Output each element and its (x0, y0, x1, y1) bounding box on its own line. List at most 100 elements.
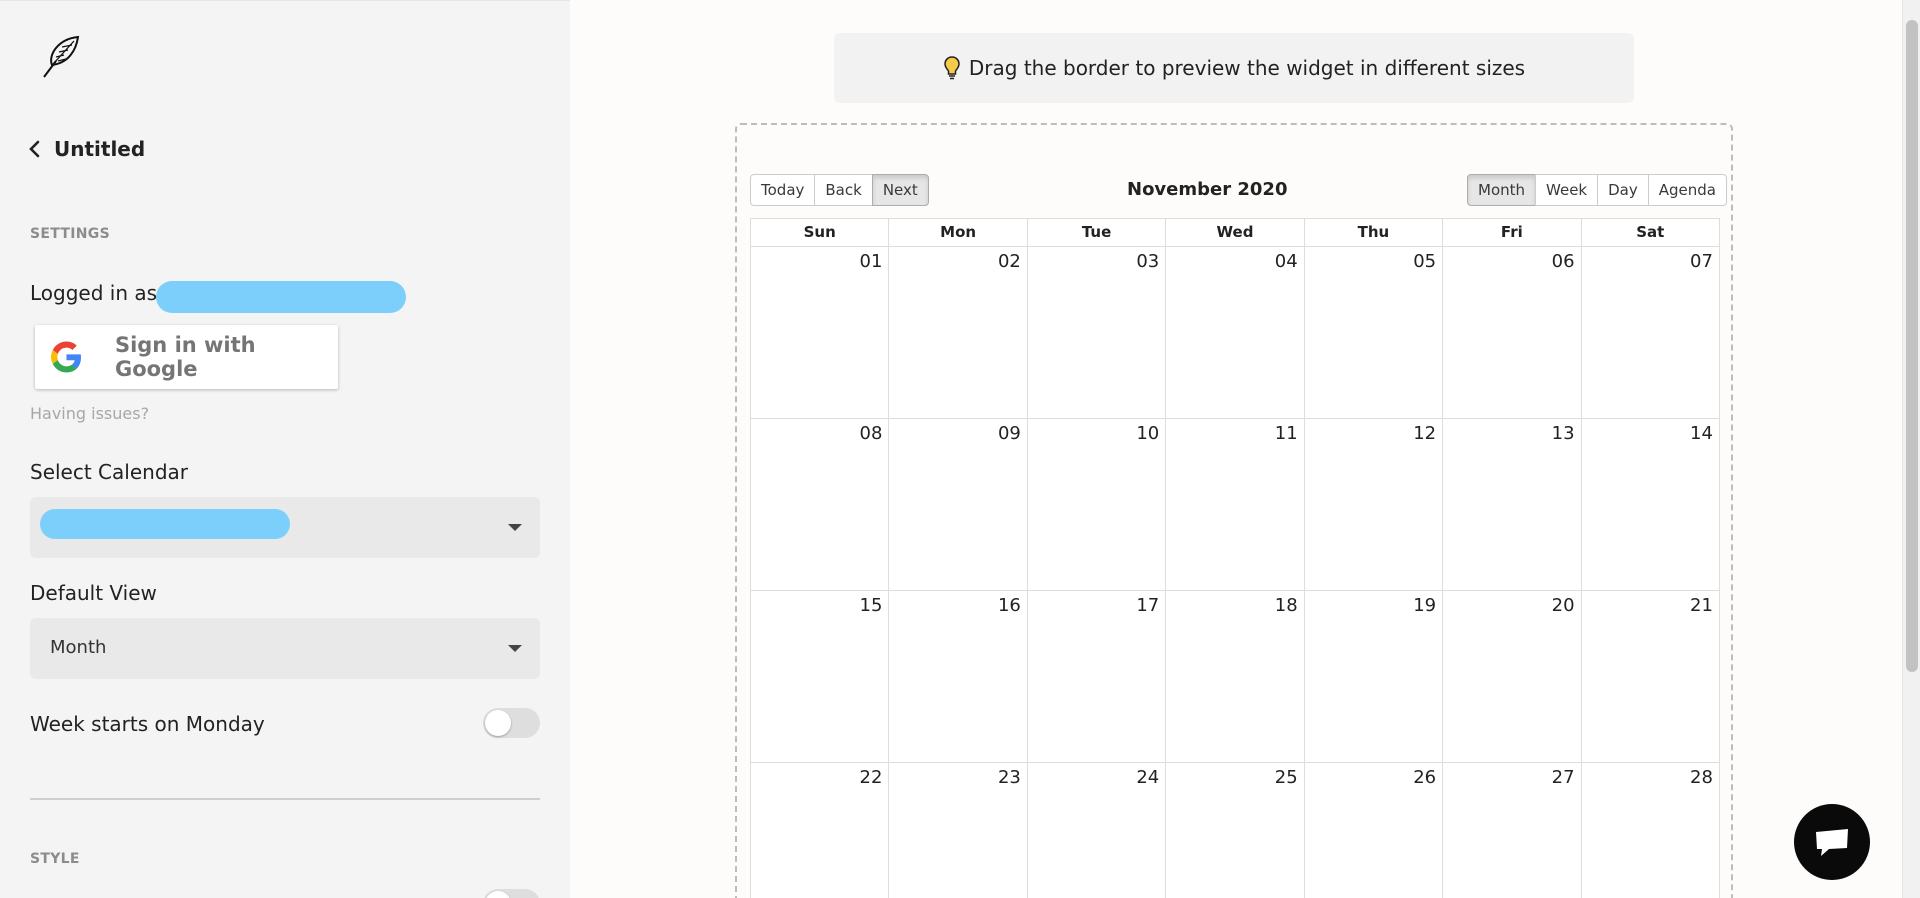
day-cell[interactable]: 26 (1303, 763, 1442, 898)
back-button[interactable]: Untitled (28, 137, 145, 161)
day-number[interactable]: 28 (1690, 767, 1713, 788)
day-cell[interactable]: 25 (1165, 763, 1303, 898)
weekday-header-cell: Fri (1442, 219, 1580, 246)
next-button[interactable]: Next (871, 174, 929, 206)
day-number[interactable]: 27 (1552, 767, 1575, 788)
feather-logo-icon (43, 35, 80, 78)
day-number[interactable]: 12 (1413, 423, 1436, 444)
day-cell[interactable]: 13 (1442, 419, 1580, 590)
day-number[interactable]: 24 (1136, 767, 1159, 788)
day-number[interactable]: 15 (860, 595, 883, 616)
day-number[interactable]: 11 (1275, 423, 1298, 444)
calendar-select[interactable] (30, 497, 540, 558)
google-sign-in-button[interactable]: Sign in with Google (35, 325, 338, 389)
back-nav-button[interactable]: Back (814, 174, 873, 206)
day-cell[interactable]: 14 (1580, 419, 1719, 590)
weekday-header-cell: Tue (1026, 219, 1165, 246)
page-scrollbar[interactable] (1902, 0, 1920, 898)
day-number[interactable]: 01 (860, 251, 883, 272)
style-toggle[interactable] (483, 889, 540, 898)
day-number[interactable]: 26 (1413, 767, 1436, 788)
day-cell[interactable]: 02 (888, 247, 1026, 418)
day-cell[interactable]: 20 (1442, 591, 1580, 762)
weekday-header-cell: Sat (1580, 219, 1719, 246)
day-cell[interactable]: 21 (1580, 591, 1719, 762)
toggle-knob (485, 710, 511, 736)
week-row: 08 09 10 11 12 13 14 (751, 419, 1719, 591)
day-cell[interactable]: 27 (1442, 763, 1580, 898)
day-number[interactable]: 03 (1136, 251, 1159, 272)
today-button[interactable]: Today (750, 174, 816, 206)
day-cell[interactable]: 01 (751, 247, 888, 418)
day-number[interactable]: 09 (998, 423, 1021, 444)
day-number[interactable]: 14 (1690, 423, 1713, 444)
redacted-account-email (156, 281, 406, 313)
default-view-label: Default View (30, 581, 157, 605)
day-number[interactable]: 23 (998, 767, 1021, 788)
day-cell[interactable]: 10 (1026, 419, 1165, 590)
day-number[interactable]: 07 (1690, 251, 1713, 272)
week-row: 15 16 17 18 19 20 21 (751, 591, 1719, 763)
calendar-nav-buttons: Today Back Next (750, 174, 929, 206)
day-number[interactable]: 21 (1690, 595, 1713, 616)
default-view-select[interactable]: Month (30, 618, 540, 679)
day-cell[interactable]: 06 (1442, 247, 1580, 418)
day-cell[interactable]: 08 (751, 419, 888, 590)
redacted-calendar-name (40, 509, 290, 539)
chat-launcher-button[interactable] (1794, 804, 1870, 880)
day-number[interactable]: 13 (1552, 423, 1575, 444)
settings-sidebar: Untitled SETTINGS Logged in as: Sign in … (0, 0, 570, 898)
week-starts-monday-label: Week starts on Monday (30, 712, 265, 736)
day-cell[interactable]: 19 (1303, 591, 1442, 762)
day-cell[interactable]: 04 (1165, 247, 1303, 418)
day-cell[interactable]: 16 (888, 591, 1026, 762)
day-cell[interactable]: 11 (1165, 419, 1303, 590)
logged-in-label: Logged in as: (30, 281, 164, 305)
day-view-button[interactable]: Day (1597, 174, 1649, 206)
week-row: 01 02 03 04 05 06 07 (751, 247, 1719, 419)
lightbulb-icon (944, 56, 960, 80)
day-cell[interactable]: 24 (1026, 763, 1165, 898)
section-divider (30, 798, 540, 800)
day-cell[interactable]: 07 (1580, 247, 1719, 418)
caret-down-icon (508, 645, 522, 652)
month-view-button[interactable]: Month (1467, 174, 1537, 206)
scrollbar-thumb[interactable] (1906, 20, 1918, 672)
day-number[interactable]: 02 (998, 251, 1021, 272)
day-number[interactable]: 19 (1413, 595, 1436, 616)
toggle-knob (485, 891, 511, 898)
week-starts-monday-toggle[interactable] (483, 708, 540, 738)
day-number[interactable]: 10 (1136, 423, 1159, 444)
resize-hint-banner: Drag the border to preview the widget in… (834, 33, 1634, 103)
day-number[interactable]: 04 (1275, 251, 1298, 272)
weekday-header-cell: Mon (888, 219, 1026, 246)
calendar-title: November 2020 (1127, 179, 1288, 200)
day-cell[interactable]: 12 (1303, 419, 1442, 590)
day-number[interactable]: 17 (1136, 595, 1159, 616)
day-number[interactable]: 08 (860, 423, 883, 444)
hint-text: Drag the border to preview the widget in… (968, 56, 1526, 80)
default-view-value: Month (50, 637, 107, 658)
day-number[interactable]: 22 (860, 767, 883, 788)
having-issues-link[interactable]: Having issues? (30, 404, 149, 423)
weekday-header-cell: Thu (1303, 219, 1442, 246)
day-number[interactable]: 18 (1275, 595, 1298, 616)
day-cell[interactable]: 28 (1580, 763, 1719, 898)
day-cell[interactable]: 09 (888, 419, 1026, 590)
style-section-label: STYLE (30, 851, 80, 867)
day-number[interactable]: 06 (1552, 251, 1575, 272)
day-cell[interactable]: 23 (888, 763, 1026, 898)
day-cell[interactable]: 22 (751, 763, 888, 898)
day-number[interactable]: 05 (1413, 251, 1436, 272)
agenda-view-button[interactable]: Agenda (1647, 174, 1727, 206)
day-cell[interactable]: 18 (1165, 591, 1303, 762)
week-view-button[interactable]: Week (1535, 174, 1599, 206)
day-number[interactable]: 25 (1275, 767, 1298, 788)
day-cell[interactable]: 15 (751, 591, 888, 762)
day-number[interactable]: 20 (1552, 595, 1575, 616)
day-cell[interactable]: 17 (1026, 591, 1165, 762)
day-cell[interactable]: 05 (1303, 247, 1442, 418)
day-number[interactable]: 16 (998, 595, 1021, 616)
day-cell[interactable]: 03 (1026, 247, 1165, 418)
page-title: Untitled (54, 137, 146, 161)
